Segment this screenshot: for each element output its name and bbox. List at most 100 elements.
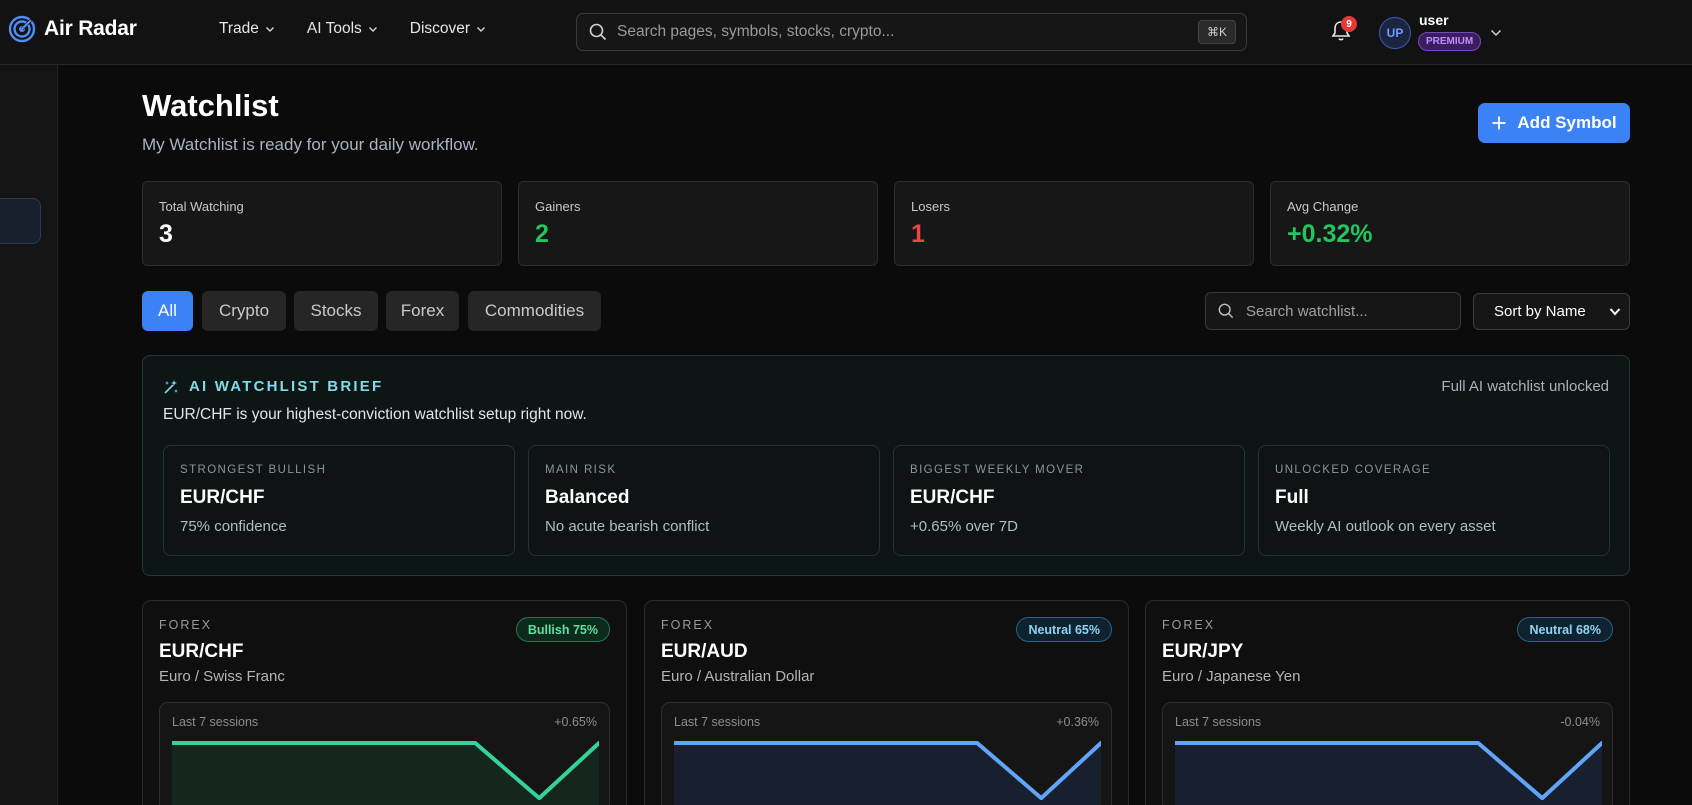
brief-card-unlocked-coverage: UNLOCKED COVERAGE Full Weekly AI outlook… — [1258, 445, 1610, 556]
nav-trade[interactable]: Trade — [219, 20, 275, 38]
nav-ai-tools[interactable]: AI Tools — [307, 20, 378, 38]
watchlist-search-input[interactable] — [1246, 302, 1446, 320]
premium-badge: PREMIUM — [1418, 32, 1482, 51]
sentiment-badge: Neutral 68% — [1517, 617, 1613, 642]
asset-name: Euro / Swiss Franc — [159, 668, 285, 685]
stat-label: Gainers — [535, 199, 581, 214]
sidebar — [0, 65, 58, 805]
asset-category: FOREX — [1162, 618, 1216, 632]
stat-label: Total Watching — [159, 199, 244, 214]
sparkline-label: Last 7 sessions — [172, 715, 259, 729]
sparkline-panel: Last 7 sessions +0.65% — [159, 702, 610, 805]
stat-losers: Losers 1 — [894, 181, 1254, 266]
brief-card-sub: No acute bearish conflict — [545, 518, 710, 535]
notification-count-badge: 9 — [1341, 16, 1357, 32]
filter-tab-all[interactable]: All — [142, 291, 193, 331]
sparkline-panel: Last 7 sessions +0.36% — [661, 702, 1112, 805]
main-nav: Trade AI Tools Discover — [219, 20, 518, 38]
stat-value: 2 — [535, 220, 549, 248]
avatar[interactable]: UP — [1379, 17, 1411, 49]
stat-avg-change: Avg Change +0.32% — [1270, 181, 1630, 266]
asset-card-eur-jpy[interactable]: FOREX EUR/JPY Euro / Japanese Yen Neutra… — [1145, 600, 1630, 805]
asset-name: Euro / Australian Dollar — [661, 668, 815, 685]
nav-trade-label: Trade — [219, 20, 259, 37]
watchlist-search[interactable] — [1205, 292, 1461, 330]
sort-select-value: Sort by Name — [1494, 303, 1586, 320]
nav-discover-label: Discover — [409, 20, 471, 37]
app-name: Air Radar — [44, 17, 137, 40]
stat-value: +0.32% — [1287, 220, 1373, 248]
sparkline-label: Last 7 sessions — [1175, 715, 1262, 729]
sparkline-change: -0.04% — [1560, 715, 1600, 729]
brief-card-sub: Weekly AI outlook on every asset — [1275, 518, 1496, 535]
stat-gainers: Gainers 2 — [518, 181, 878, 266]
user-name: user — [1419, 12, 1449, 28]
chevron-down-icon — [265, 26, 274, 33]
top-navigation-bar: Air Radar Trade AI Tools Discover ⌘K 9 U… — [0, 0, 1692, 65]
brief-summary: EUR/CHF is your highest-conviction watch… — [163, 406, 587, 423]
plus-icon — [1492, 116, 1506, 130]
asset-name: Euro / Japanese Yen — [1162, 668, 1301, 685]
stat-value: 1 — [911, 220, 925, 248]
brief-card-strongest-bullish: STRONGEST BULLISH EUR/CHF 75% confidence — [163, 445, 515, 556]
sparkline-change: +0.65% — [554, 715, 597, 729]
asset-card-eur-chf[interactable]: FOREX EUR/CHF Euro / Swiss Franc Bullish… — [142, 600, 627, 805]
brief-card-value: EUR/CHF — [180, 487, 265, 508]
global-search-input[interactable] — [617, 23, 1177, 41]
search-icon — [589, 23, 607, 41]
stat-label: Avg Change — [1287, 199, 1359, 214]
brief-status: Full AI watchlist unlocked — [1441, 378, 1609, 395]
chevron-down-icon — [1609, 308, 1621, 316]
chevron-down-icon — [368, 26, 377, 33]
ai-watchlist-brief: AI WATCHLIST BRIEF Full AI watchlist unl… — [142, 355, 1630, 576]
brief-card-label: MAIN RISK — [545, 464, 617, 476]
sparkline-chart — [674, 741, 1101, 805]
brief-card-value: Balanced — [545, 487, 630, 508]
filter-tab-crypto[interactable]: Crypto — [202, 291, 286, 331]
brief-card-label: UNLOCKED COVERAGE — [1275, 464, 1432, 476]
search-shortcut-hint: ⌘K — [1198, 20, 1236, 44]
asset-symbol: EUR/CHF — [159, 641, 244, 662]
asset-symbol: EUR/JPY — [1162, 641, 1244, 662]
sparkline-change: +0.36% — [1056, 715, 1099, 729]
stat-total-watching: Total Watching 3 — [142, 181, 502, 266]
asset-category: FOREX — [661, 618, 715, 632]
page-title: Watchlist — [142, 88, 279, 123]
stat-label: Losers — [911, 199, 951, 214]
brief-title-text: AI WATCHLIST BRIEF — [189, 378, 384, 395]
brief-card-value: EUR/CHF — [910, 487, 995, 508]
filter-tab-forex[interactable]: Forex — [386, 291, 459, 331]
sparkline-chart — [1175, 741, 1602, 805]
sparkline-panel: Last 7 sessions -0.04% — [1162, 702, 1613, 805]
sparkles-icon — [164, 379, 178, 394]
sidebar-item-active[interactable] — [0, 198, 41, 244]
brief-card-biggest-weekly-mover: BIGGEST WEEKLY MOVER EUR/CHF +0.65% over… — [893, 445, 1245, 556]
brief-card-value: Full — [1275, 487, 1309, 508]
asset-card-eur-aud[interactable]: FOREX EUR/AUD Euro / Australian Dollar N… — [644, 600, 1129, 805]
nav-discover[interactable]: Discover — [410, 20, 486, 38]
asset-category: FOREX — [159, 618, 213, 632]
add-symbol-label: Add Symbol — [1517, 113, 1617, 132]
brief-card-sub: +0.65% over 7D — [910, 518, 1018, 535]
search-icon — [1218, 303, 1234, 319]
sentiment-badge: Bullish 75% — [515, 617, 610, 642]
brief-card-label: STRONGEST BULLISH — [180, 464, 327, 476]
add-symbol-button[interactable]: Add Symbol — [1478, 103, 1630, 143]
brief-title: AI WATCHLIST BRIEF — [163, 378, 383, 395]
app-logo[interactable]: Air Radar — [8, 15, 137, 43]
chevron-down-icon[interactable] — [1490, 28, 1502, 38]
radar-logo-icon — [8, 15, 36, 43]
nav-ai-tools-label: AI Tools — [306, 20, 362, 37]
sentiment-badge: Neutral 65% — [1016, 617, 1112, 642]
chevron-down-icon — [477, 26, 486, 33]
sort-select[interactable]: Sort by Name — [1473, 293, 1630, 330]
filter-tab-stocks[interactable]: Stocks — [294, 291, 378, 331]
global-search[interactable]: ⌘K — [576, 13, 1247, 51]
filter-tab-commodities[interactable]: Commodities — [468, 291, 601, 331]
brief-card-main-risk: MAIN RISK Balanced No acute bearish conf… — [528, 445, 880, 556]
sparkline-label: Last 7 sessions — [674, 715, 761, 729]
stat-value: 3 — [159, 220, 173, 248]
asset-symbol: EUR/AUD — [661, 641, 748, 662]
page-subtitle: My Watchlist is ready for your daily wor… — [142, 135, 479, 154]
brief-card-sub: 75% confidence — [180, 518, 287, 535]
